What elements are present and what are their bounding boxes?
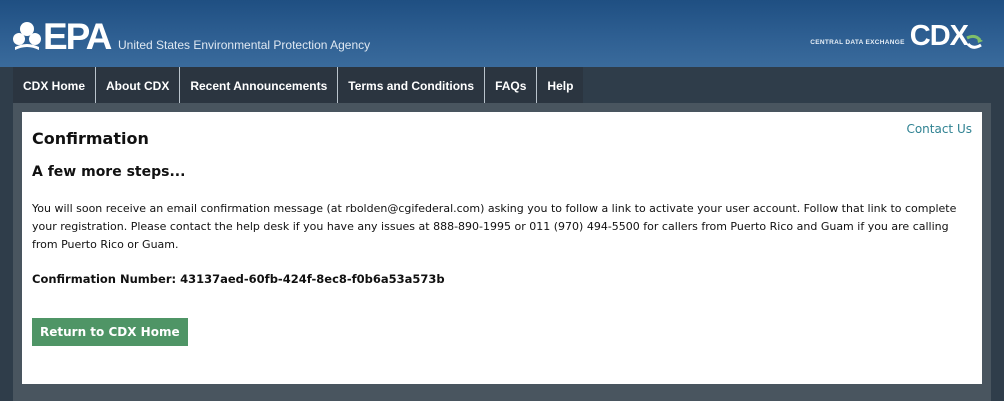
page-title: Confirmation [32,129,149,148]
page-subtitle: A few more steps... [32,164,186,180]
nav-cdx-home[interactable]: CDX Home [13,67,97,103]
epa-logo-text: EPA [43,16,112,57]
epa-logo[interactable]: EPA [13,14,112,57]
confirmation-number-label: Confirmation Number: [32,272,177,286]
cdx-logo-text: CDX [909,20,969,52]
nav-recent-announcements[interactable]: Recent Announcements [180,67,339,103]
cdx-arrow-icon [966,34,983,49]
confirmation-number-row: Confirmation Number: 43137aed-60fb-424f-… [32,272,445,286]
cdx-logo[interactable]: CENTRAL DATA EXCHANGE CDX [810,20,984,52]
site-header: EPA United States Environmental Protecti… [0,0,1004,67]
agency-name: United States Environmental Protection A… [118,38,371,52]
nav-faqs[interactable]: FAQs [485,67,538,103]
epa-flower-icon [13,22,41,50]
nav-help[interactable]: Help [537,67,584,103]
confirmation-number-value: 43137aed-60fb-424f-8ec8-f0b6a53a573b [180,272,445,286]
cdx-tagline: CENTRAL DATA EXCHANGE [810,39,905,46]
nav-terms-and-conditions[interactable]: Terms and Conditions [338,67,486,103]
confirmation-message: You will soon receive an email confirmat… [32,202,957,251]
main-nav: CDX Home About CDX Recent Announcements … [13,67,584,103]
contact-us-link[interactable]: Contact Us [906,122,972,136]
confirmation-panel: Contact Us Confirmation A few more steps… [22,112,982,384]
return-to-cdx-home-button[interactable]: Return to CDX Home [32,318,188,346]
nav-about-cdx[interactable]: About CDX [96,67,181,103]
